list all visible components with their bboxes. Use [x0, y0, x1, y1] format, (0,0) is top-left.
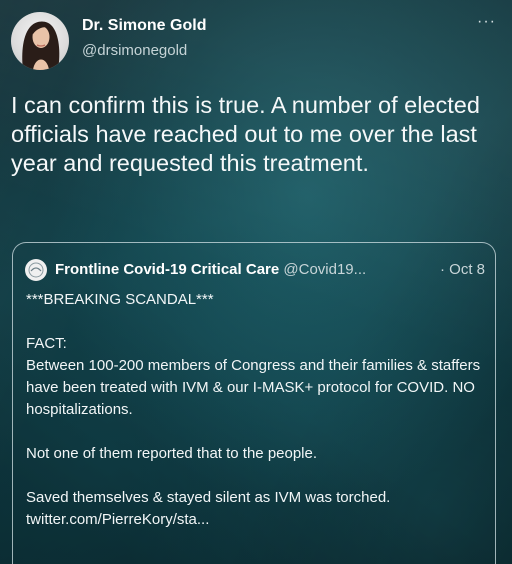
quoted-tweet-date: · Oct 8: [439, 261, 485, 278]
quoted-line-saved: Saved themselves & stayed silent as IVM …: [26, 489, 391, 506]
more-horizontal-icon[interactable]: ···: [477, 14, 496, 30]
quoted-tweet-header: Frontline Covid-19 Critical Care @Covid1…: [55, 261, 366, 278]
quoted-tweet-body: ***BREAKING SCANDAL*** FACT: Between 100…: [26, 289, 488, 531]
quoted-line-claim: Between 100-200 members of Congress and …: [26, 357, 481, 418]
quoted-author-handle: @Covid19...: [283, 261, 367, 278]
quoted-line-fact: FACT:: [26, 335, 67, 352]
author-handle[interactable]: @drsimonegold: [82, 42, 187, 59]
quoted-tweet[interactable]: Frontline Covid-19 Critical Care @Covid1…: [12, 242, 496, 564]
author-avatar[interactable]: [11, 12, 69, 70]
quoted-line-not-reported: Not one of them reported that to the peo…: [26, 445, 318, 462]
quoted-line-breaking: ***BREAKING SCANDAL***: [26, 291, 214, 308]
quoted-author-avatar: [25, 259, 47, 281]
flccc-logo-icon: [28, 262, 44, 278]
quoted-author-name: Frontline Covid-19 Critical Care: [55, 261, 280, 278]
tweet-text: I can confirm this is true. A number of …: [11, 92, 480, 176]
quoted-link[interactable]: twitter.com/PierreKory/sta...: [26, 509, 488, 531]
author-display-name[interactable]: Dr. Simone Gold: [82, 17, 206, 35]
tweet-card: Dr. Simone Gold @drsimonegold ··· I can …: [0, 0, 512, 564]
